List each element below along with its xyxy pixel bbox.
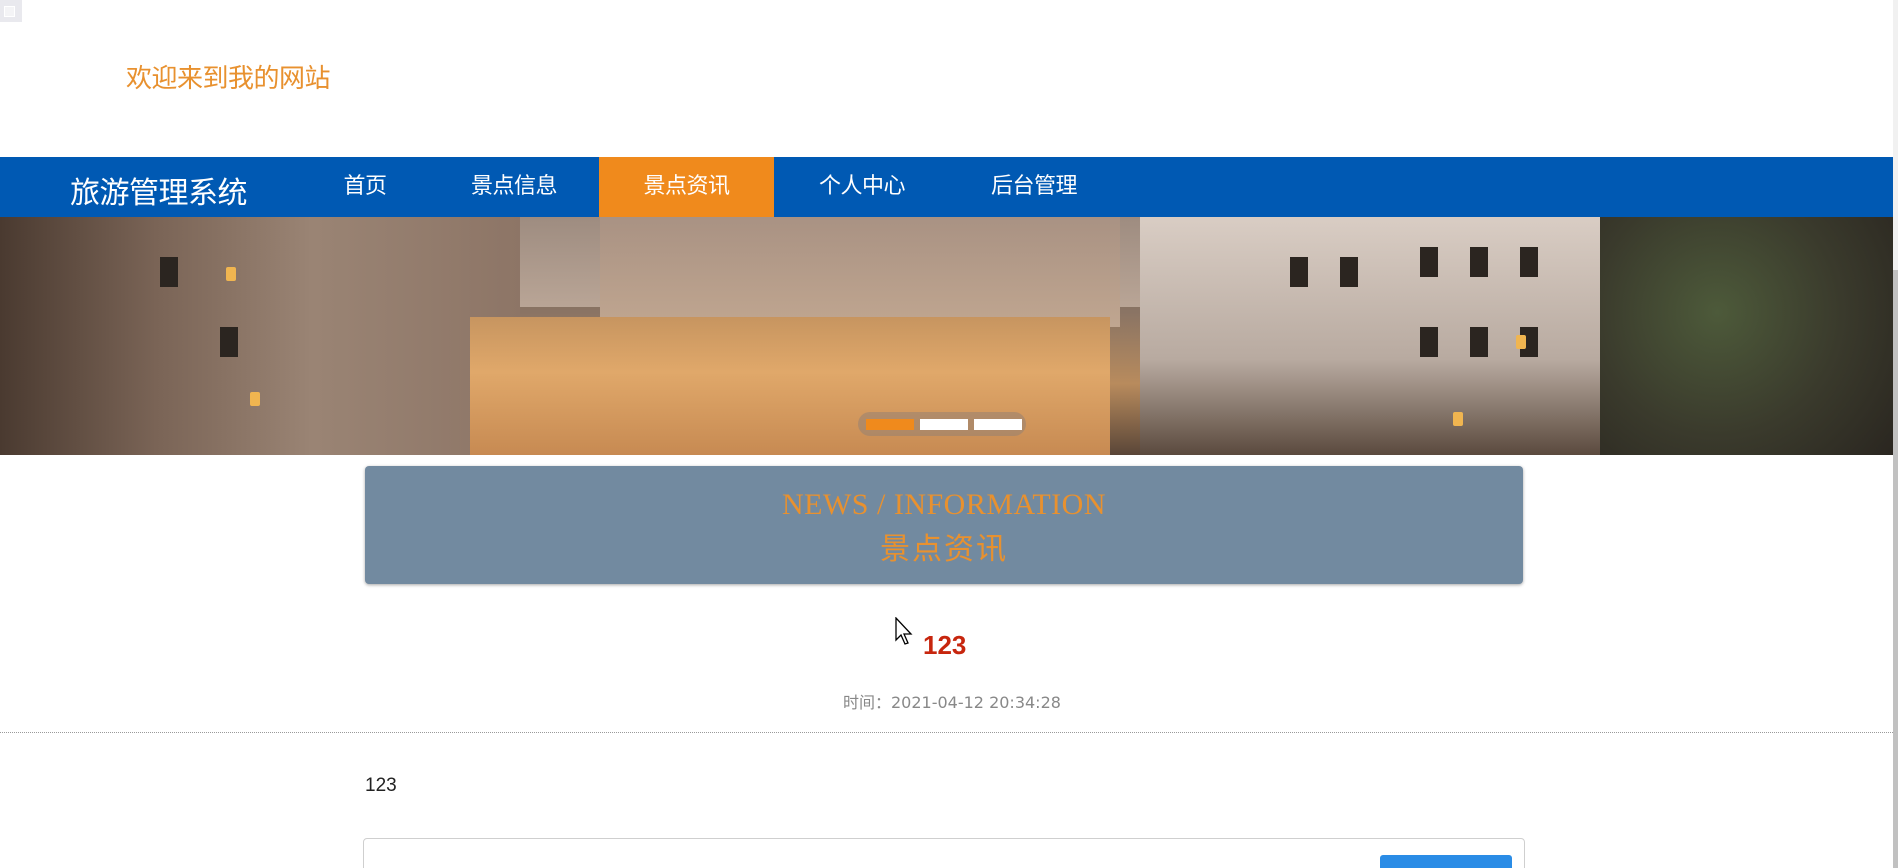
- banner-lamp: [226, 267, 236, 281]
- comment-input[interactable]: [363, 838, 1525, 868]
- page: 欢迎来到我的网站 旅游管理系统 首页 景点信息 景点资讯 个人中心 后台管理 N…: [0, 0, 1898, 868]
- banner-right-buildings: [1140, 217, 1620, 455]
- carousel-indicators: [858, 412, 1026, 436]
- article-body: 123: [365, 775, 397, 796]
- banner-distant-buildings: [600, 217, 1120, 327]
- welcome-text: 欢迎来到我的网站: [126, 64, 331, 94]
- banner-lamp: [1516, 335, 1526, 349]
- section-heading: NEWS / INFORMATION 景点资讯: [365, 466, 1523, 584]
- banner-tree: [1600, 217, 1893, 455]
- article-title: 123: [923, 630, 967, 660]
- carousel-dot[interactable]: [920, 419, 968, 430]
- nav-item-news[interactable]: 景点资讯: [599, 157, 774, 217]
- carousel-dot[interactable]: [866, 419, 914, 430]
- mouse-cursor-icon: [895, 617, 913, 645]
- banner-lamp: [250, 392, 260, 406]
- banner-window: [1420, 247, 1438, 277]
- nav-item-attractions[interactable]: 景点信息: [452, 157, 576, 217]
- page-scrollbar[interactable]: [1893, 0, 1898, 868]
- banner-window: [1290, 257, 1308, 287]
- nav-item-home[interactable]: 首页: [318, 157, 412, 217]
- nav-item-admin[interactable]: 后台管理: [972, 157, 1096, 217]
- scrollbar-thumb[interactable]: [1893, 270, 1898, 868]
- comment-submit-button[interactable]: [1380, 855, 1512, 868]
- article-time: 时间：2021-04-12 20:34:28: [843, 693, 1061, 712]
- nav-item-personal-center[interactable]: 个人中心: [800, 157, 924, 217]
- banner-window: [1340, 257, 1358, 287]
- banner-lamp: [1453, 412, 1463, 426]
- section-heading-chinese: 景点资讯: [880, 532, 1008, 567]
- banner-window: [1420, 327, 1438, 357]
- carousel-dot[interactable]: [974, 419, 1022, 430]
- section-heading-english: NEWS / INFORMATION: [782, 488, 1106, 521]
- window-corner-icon: [0, 0, 22, 22]
- main-navbar: 旅游管理系统 首页 景点信息 景点资讯 个人中心 后台管理: [0, 157, 1893, 217]
- banner-window: [1470, 247, 1488, 277]
- site-brand[interactable]: 旅游管理系统: [70, 168, 248, 212]
- banner-left-buildings: [0, 217, 520, 455]
- banner-window: [160, 257, 178, 287]
- banner-window: [220, 327, 238, 357]
- content-divider: [0, 732, 1893, 733]
- banner-window: [1520, 247, 1538, 277]
- banner-window: [1470, 327, 1488, 357]
